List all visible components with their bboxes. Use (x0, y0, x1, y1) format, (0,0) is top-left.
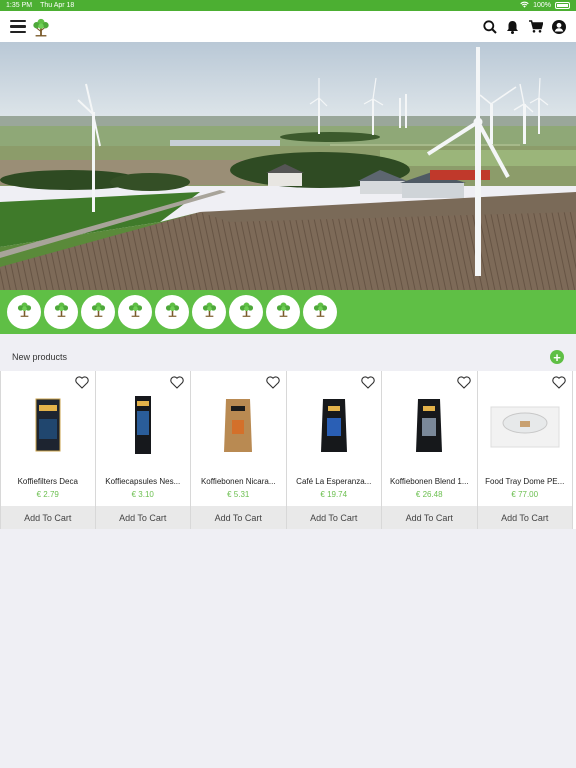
category-item[interactable] (81, 295, 115, 329)
wind-farm-image (0, 42, 576, 290)
category-item[interactable] (155, 295, 189, 329)
tree-icon (16, 301, 33, 323)
category-item[interactable] (229, 295, 263, 329)
heart-icon[interactable] (361, 376, 375, 389)
product-name: Koffiefilters Deca (17, 477, 78, 486)
tree-icon (312, 301, 329, 323)
battery-icon (555, 2, 570, 9)
product-card[interactable]: Koffiebonen Blend 1... € 26.48 Add To Cart (382, 371, 478, 529)
category-bar (0, 290, 576, 334)
heart-icon[interactable] (74, 376, 89, 389)
category-item[interactable] (118, 295, 152, 329)
plus-icon[interactable]: + (550, 350, 564, 364)
product-image[interactable] (1, 391, 95, 459)
product-price: € 26.48 (415, 490, 443, 499)
add-to-cart-button[interactable]: Add To Cart (95, 506, 190, 529)
tree-icon (164, 301, 181, 323)
product-price: € 3.10 (131, 490, 154, 499)
category-item[interactable] (7, 295, 41, 329)
tree-icon (238, 301, 255, 323)
app-header (0, 11, 576, 42)
product-image[interactable] (382, 391, 477, 459)
heart-icon[interactable] (170, 376, 184, 389)
tree-icon (127, 301, 144, 323)
product-card[interactable]: Koffiefilters Deca € 2.79 Add To Cart (0, 371, 96, 529)
user-icon[interactable] (551, 19, 566, 34)
tree-logo[interactable] (32, 17, 50, 37)
add-to-cart-button[interactable]: Add To Cart (477, 506, 572, 529)
menu-icon[interactable] (10, 20, 26, 33)
section-title: New products (12, 352, 68, 362)
add-to-cart-button[interactable]: Add To Cart (286, 506, 381, 529)
heart-icon[interactable] (265, 376, 280, 389)
status-bar: 1:35 PM Thu Apr 18 100% (0, 0, 576, 11)
category-item[interactable] (192, 295, 226, 329)
product-name: Café La Esperanza... (296, 477, 372, 486)
product-name: Koffiebonen Blend 1... (389, 477, 469, 486)
product-price: € 77.00 (511, 490, 539, 499)
product-name: Koffiecapsules Nes... (105, 477, 181, 486)
status-date: Thu Apr 18 (40, 2, 75, 9)
wifi-icon (520, 1, 529, 10)
product-card[interactable]: Koffiecapsules Nes... € 3.10 Add To Cart (95, 371, 191, 529)
battery-percent: 100% (533, 2, 551, 9)
category-item[interactable] (303, 295, 337, 329)
product-name: Koffiebonen Nicara... (200, 477, 276, 486)
tree-icon (201, 301, 218, 323)
bell-icon[interactable] (505, 19, 520, 34)
product-card[interactable]: Koffiebonen Nicara... € 5.31 Add To Cart (191, 371, 287, 529)
product-card[interactable]: Café La Esperanza... € 19.74 Add To Cart (286, 371, 382, 529)
product-image[interactable] (191, 391, 286, 459)
product-card[interactable]: Food Tray Dome PE... € 77.00 Add To Cart (477, 371, 573, 529)
product-list: Koffiefilters Deca € 2.79 Add To Cart Koffi… (0, 371, 576, 529)
product-price: € 19.74 (320, 490, 348, 499)
tree-icon (90, 301, 107, 323)
status-time: 1:35 PM (6, 2, 33, 9)
add-to-cart-button[interactable]: Add To Cart (382, 506, 477, 529)
search-icon[interactable] (482, 19, 497, 34)
tree-icon (53, 301, 70, 323)
add-to-cart-button[interactable]: Add To Cart (191, 506, 286, 529)
cart-icon[interactable] (528, 19, 543, 34)
product-price: € 2.79 (36, 490, 59, 499)
heart-icon[interactable] (456, 376, 471, 389)
new-products-header: New products + (0, 344, 576, 370)
heart-icon[interactable] (552, 376, 566, 389)
product-image[interactable] (96, 391, 191, 459)
product-price: € 5.31 (227, 490, 250, 499)
product-image[interactable] (478, 391, 573, 459)
category-item[interactable] (266, 295, 300, 329)
category-item[interactable] (44, 295, 78, 329)
tree-icon (275, 301, 292, 323)
product-image[interactable] (287, 391, 382, 459)
add-to-cart-button[interactable]: Add To Cart (1, 506, 95, 529)
product-name: Food Tray Dome PE... (485, 477, 565, 486)
hero-banner[interactable] (0, 42, 576, 290)
